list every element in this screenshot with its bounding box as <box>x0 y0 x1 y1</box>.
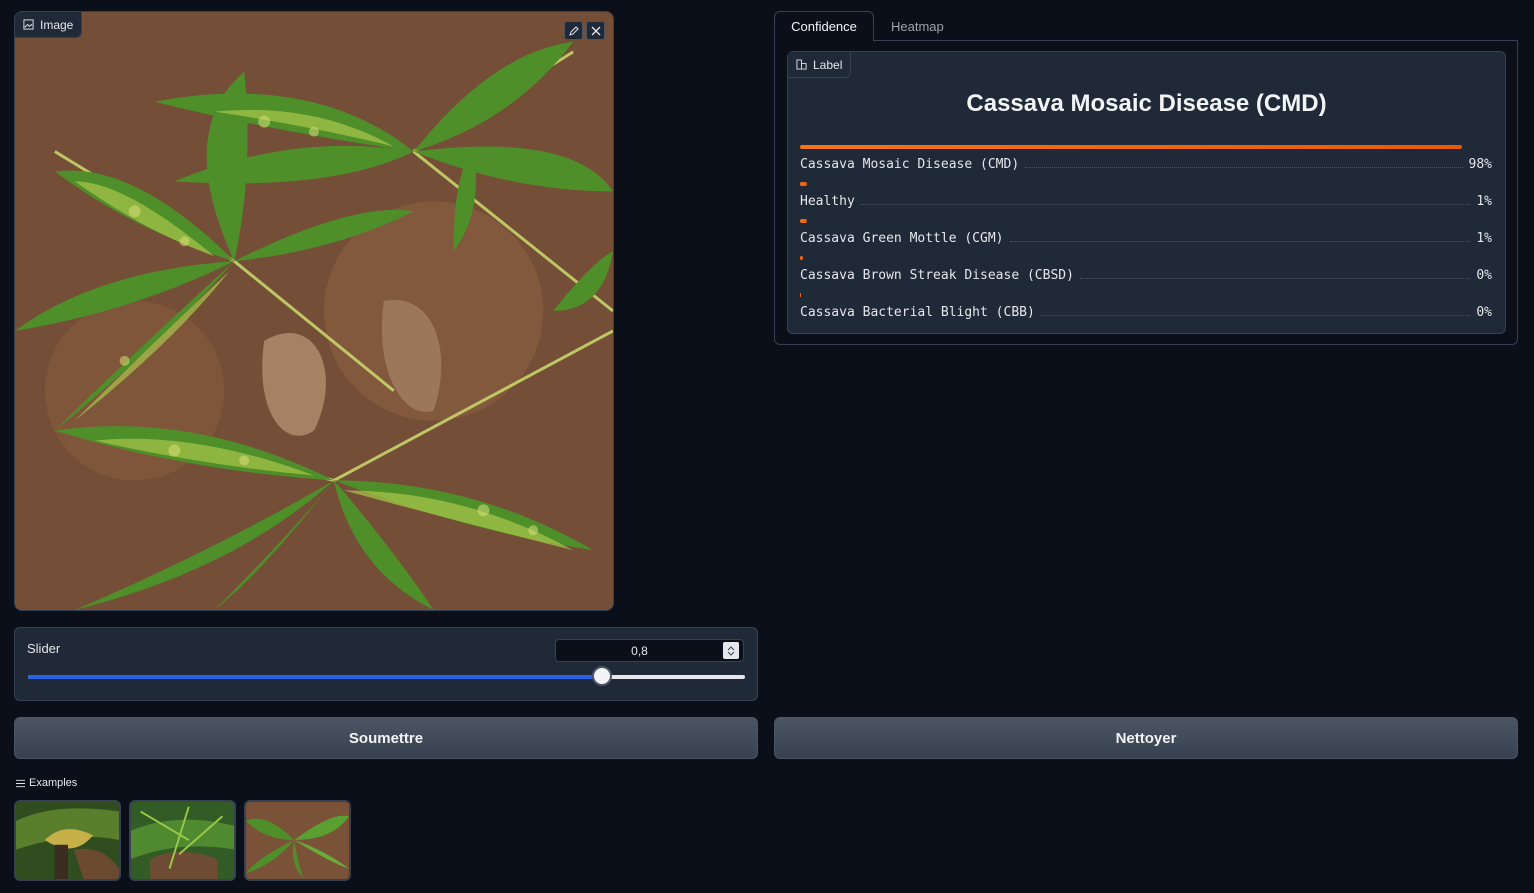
tab-confidence[interactable]: Confidence <box>774 11 874 42</box>
example-photo-1 <box>16 802 119 879</box>
example-thumbnail-1[interactable] <box>14 800 121 881</box>
slider-fill <box>28 675 602 679</box>
confidence-row[interactable]: Healthy 1% <box>800 182 1492 219</box>
confidence-panel: Label Cassava Mosaic Disease (CMD) Cassa… <box>774 40 1518 345</box>
close-icon <box>591 26 600 35</box>
confidence-bar <box>800 145 1463 149</box>
chevron-down-icon[interactable] <box>727 651 735 657</box>
dotted-leader <box>1079 270 1471 279</box>
examples-label: Examples <box>29 777 78 789</box>
slider-label: Slider <box>27 641 61 656</box>
label-icon <box>796 59 807 70</box>
examples-header: Examples <box>16 777 77 789</box>
label-tag: Label <box>788 52 852 78</box>
edit-icon <box>568 25 579 36</box>
list-icon <box>16 779 25 787</box>
example-thumbnail-2[interactable] <box>129 800 236 881</box>
image-toolbar <box>564 21 605 40</box>
confidence-row[interactable]: Cassava Mosaic Disease (CMD) 98% <box>800 145 1492 182</box>
label-output: Label Cassava Mosaic Disease (CMD) Cassa… <box>787 51 1506 334</box>
confidence-name: Cassava Mosaic Disease (CMD) <box>800 157 1020 172</box>
confidence-percent: 98% <box>1468 157 1492 172</box>
clear-button[interactable]: Nettoyer <box>774 717 1518 759</box>
confidence-row[interactable]: Cassava Green Mottle (CGM) 1% <box>800 219 1492 256</box>
dotted-leader <box>1040 307 1471 316</box>
confidence-name: Cassava Bacterial Blight (CBB) <box>800 305 1035 320</box>
submit-button[interactable]: Soumettre <box>14 717 758 759</box>
confidence-bar <box>800 182 807 186</box>
predicted-label: Cassava Mosaic Disease (CMD) <box>966 90 1327 117</box>
confidence-row[interactable]: Cassava Bacterial Blight (CBB) 0% <box>800 293 1492 330</box>
image-input[interactable]: Image <box>14 11 614 611</box>
confidence-percent: 1% <box>1476 194 1492 209</box>
image-icon <box>23 19 34 30</box>
dotted-leader <box>860 196 1471 205</box>
dotted-leader <box>1025 159 1463 168</box>
confidence-list: Cassava Mosaic Disease (CMD) 98% Healthy 1… <box>800 145 1492 330</box>
tab-heatmap[interactable]: Heatmap <box>891 11 944 41</box>
example-photo-3 <box>246 802 349 879</box>
dotted-leader <box>1009 233 1471 242</box>
confidence-bar <box>800 219 807 223</box>
example-thumbnail-3[interactable] <box>244 800 351 881</box>
slider-number-input[interactable]: 0,8 <box>555 639 744 662</box>
confidence-percent: 0% <box>1476 305 1492 320</box>
output-tabs: Confidence Heatmap <box>774 11 1518 42</box>
confidence-row[interactable]: Cassava Brown Streak Disease (CBSD) 0% <box>800 256 1492 293</box>
confidence-percent: 0% <box>1476 268 1492 283</box>
edit-button[interactable] <box>564 21 583 40</box>
slider-thumb[interactable] <box>591 666 612 686</box>
cassava-leaf-photo <box>15 12 613 610</box>
label-tag-text: Label <box>813 57 843 72</box>
number-stepper[interactable] <box>723 642 739 659</box>
slider-number-value[interactable]: 0,8 <box>556 644 723 658</box>
image-label: Image <box>15 12 83 38</box>
confidence-name: Cassava Green Mottle (CGM) <box>800 231 1004 246</box>
slider-block: Slider 0,8 <box>14 627 758 701</box>
confidence-bar <box>800 256 804 260</box>
slider-track[interactable] <box>28 666 745 686</box>
example-photo-2 <box>131 802 234 879</box>
clear-image-button[interactable] <box>586 21 605 40</box>
image-label-text: Image <box>40 17 74 32</box>
confidence-name: Cassava Brown Streak Disease (CBSD) <box>800 268 1074 283</box>
confidence-bar <box>800 293 801 297</box>
confidence-percent: 1% <box>1476 231 1492 246</box>
confidence-name: Healthy <box>800 194 855 209</box>
